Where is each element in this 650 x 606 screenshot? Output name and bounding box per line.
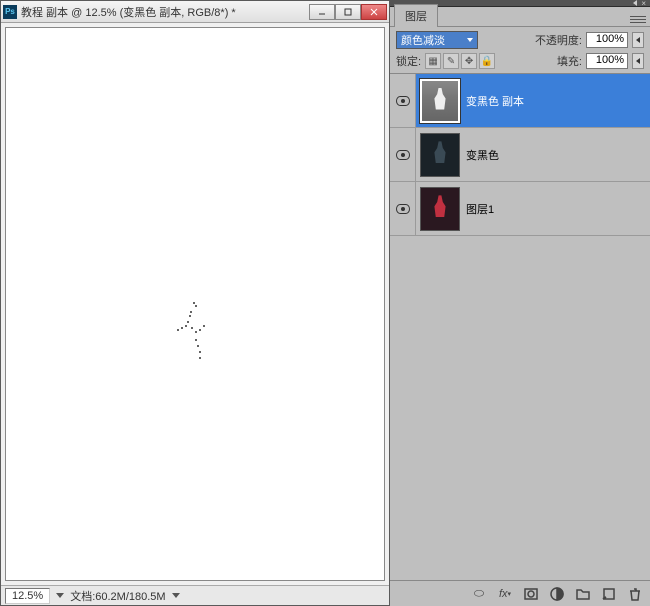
opacity-input[interactable]: 100% xyxy=(586,32,628,48)
layer-thumbnail[interactable] xyxy=(420,79,460,123)
fill-flyout-button[interactable] xyxy=(632,53,644,69)
lock-pixels-icon[interactable]: ✎ xyxy=(443,53,459,69)
minimize-button[interactable] xyxy=(309,4,335,20)
visibility-toggle[interactable] xyxy=(390,128,416,181)
layer-name[interactable]: 变黑色 xyxy=(466,147,499,163)
layer-row[interactable]: 变黑色 xyxy=(390,128,650,182)
zoom-field[interactable]: 12.5% xyxy=(5,588,50,604)
new-layer-icon[interactable] xyxy=(600,585,618,603)
lock-transparency-icon[interactable]: ▦ xyxy=(425,53,441,69)
tab-layers[interactable]: 图层 xyxy=(394,4,438,27)
fill-label: 填充: xyxy=(557,53,582,69)
layers-panel: × 图层 颜色减淡 不透明度: 100% 锁定: ▦ ✎ ✥ 🔒 填充: xyxy=(390,0,650,606)
layer-name[interactable]: 变黑色 副本 xyxy=(466,93,524,109)
info-menu-icon[interactable] xyxy=(172,593,180,598)
blend-mode-value: 颜色减淡 xyxy=(401,32,445,48)
panel-tabs: 图层 xyxy=(390,7,650,27)
fill-input[interactable]: 100% xyxy=(586,53,628,69)
lock-position-icon[interactable]: ✥ xyxy=(461,53,477,69)
lock-label: 锁定: xyxy=(396,53,421,69)
layer-style-icon[interactable]: fx▾ xyxy=(496,585,514,603)
blend-mode-select[interactable]: 颜色减淡 xyxy=(396,31,478,49)
opacity-label: 不透明度: xyxy=(535,32,582,48)
eye-icon xyxy=(396,96,410,106)
layer-name[interactable]: 图层1 xyxy=(466,201,494,217)
layer-list[interactable]: 变黑色 副本变黑色图层1 xyxy=(390,74,650,580)
panel-footer: ⬭ fx▾ xyxy=(390,580,650,606)
document-window: Ps 教程 副本 @ 12.5% (变黑色 副本, RGB/8*) * 12.5… xyxy=(0,0,390,606)
window-controls xyxy=(309,4,387,20)
file-size-label: 文档:60.2M/180.5M xyxy=(70,588,165,604)
titlebar[interactable]: Ps 教程 副本 @ 12.5% (变黑色 副本, RGB/8*) * xyxy=(1,1,389,23)
statusbar: 12.5% 文档:60.2M/180.5M xyxy=(1,585,389,605)
layer-row[interactable]: 变黑色 副本 xyxy=(390,74,650,128)
document-title: 教程 副本 @ 12.5% (变黑色 副本, RGB/8*) * xyxy=(21,4,309,20)
visibility-toggle[interactable] xyxy=(390,182,416,235)
close-button[interactable] xyxy=(361,4,387,20)
maximize-button[interactable] xyxy=(335,4,361,20)
layer-row[interactable]: 图层1 xyxy=(390,182,650,236)
opacity-flyout-button[interactable] xyxy=(632,32,644,48)
visibility-toggle[interactable] xyxy=(390,74,416,127)
zoom-menu-icon[interactable] xyxy=(56,593,64,598)
eye-icon xyxy=(396,150,410,160)
canvas[interactable] xyxy=(5,27,385,581)
ps-icon: Ps xyxy=(3,5,17,19)
chevron-down-icon xyxy=(467,38,473,42)
panel-menu-button[interactable] xyxy=(630,12,646,26)
layer-mask-icon[interactable] xyxy=(522,585,540,603)
group-icon[interactable] xyxy=(574,585,592,603)
adjustment-layer-icon[interactable] xyxy=(548,585,566,603)
lock-all-icon[interactable]: 🔒 xyxy=(479,53,495,69)
link-layers-icon[interactable]: ⬭ xyxy=(470,585,488,603)
delete-layer-icon[interactable] xyxy=(626,585,644,603)
layer-options: 颜色减淡 不透明度: 100% 锁定: ▦ ✎ ✥ 🔒 填充: 100% xyxy=(390,27,650,74)
layer-thumbnail[interactable] xyxy=(420,133,460,177)
canvas-content xyxy=(165,297,225,367)
collapse-icon xyxy=(633,0,637,6)
eye-icon xyxy=(396,204,410,214)
layer-thumbnail[interactable] xyxy=(420,187,460,231)
